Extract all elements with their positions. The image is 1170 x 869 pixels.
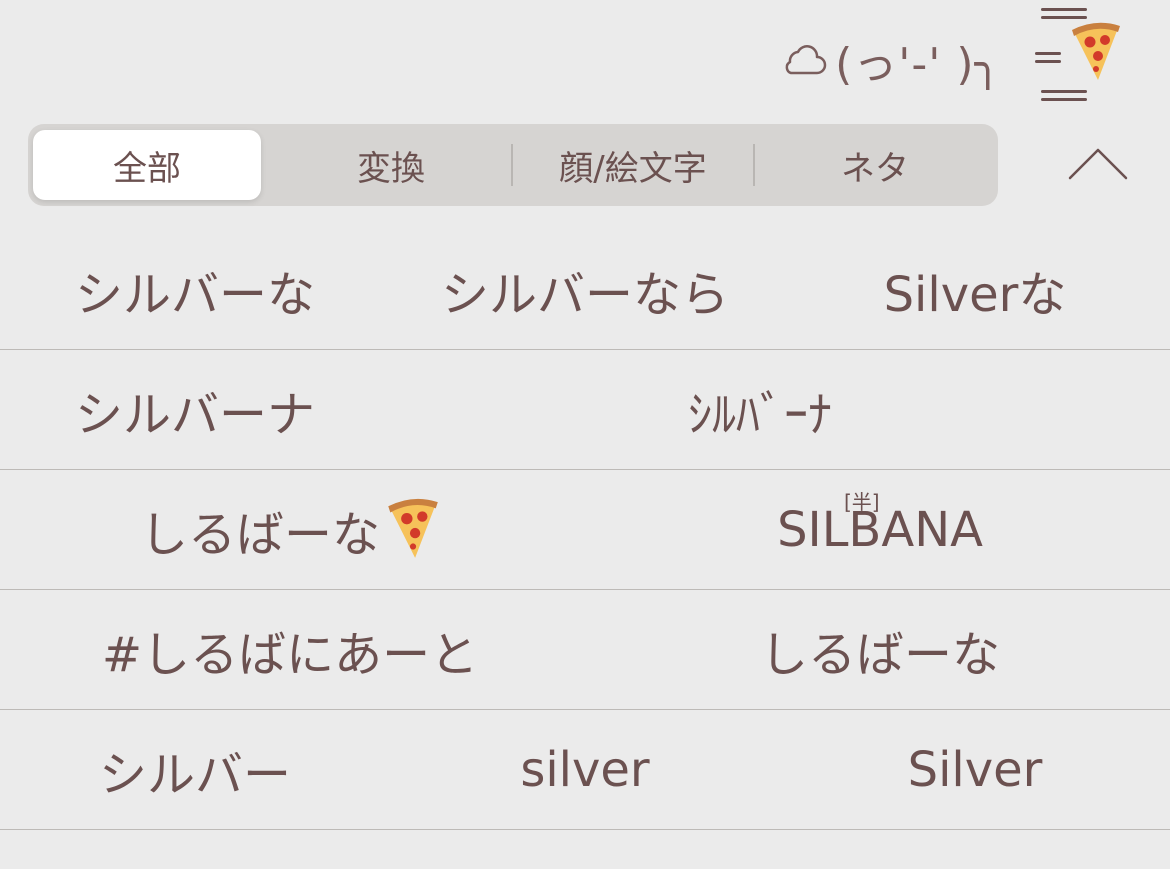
candidate-text: シルバーナ <box>74 386 315 443</box>
candidate-item[interactable]: しるばーな <box>720 590 1040 709</box>
candidate-row: シルバーナ ｼﾙﾊﾞｰﾅ [半] <box>0 350 1170 514</box>
candidate-item[interactable]: Silver <box>820 710 1130 829</box>
chevron-up-icon[interactable] <box>1066 142 1130 182</box>
top-bar: (っ'-' )╮ <box>0 0 1170 120</box>
tab-neta[interactable]: ネタ <box>754 124 996 206</box>
candidate-item[interactable]: シルバー <box>40 710 350 829</box>
tab-conversion[interactable]: 変換 <box>270 124 512 206</box>
pizza-icon <box>384 498 440 562</box>
candidate-item[interactable]: シルバーなら <box>410 230 760 349</box>
candidate-list: シルバーな シルバーなら Silverな シルバーナ ｼﾙﾊﾞｰﾅ [半] しる… <box>0 230 1170 830</box>
candidate-text: Silver <box>907 741 1043 798</box>
candidate-text: シルバー <box>98 746 291 803</box>
candidate-row: シルバーな シルバーなら Silverな <box>0 230 1170 350</box>
tab-face-emoji[interactable]: 顔/絵文字 <box>512 124 754 206</box>
candidate-text: シルバーなら <box>440 266 729 323</box>
candidate-item[interactable]: SILBANA <box>720 470 1040 589</box>
candidate-text: しるばーな <box>139 506 380 563</box>
menu-line <box>1035 52 1061 55</box>
tab-label: 顔/絵文字 <box>559 148 707 189</box>
candidate-text: シルバーな <box>74 266 315 323</box>
menu-line <box>1041 16 1087 19</box>
candidate-text: #しるばにあーと <box>101 626 479 683</box>
candidate-text: SILBANA <box>777 501 983 558</box>
candidate-item[interactable]: #しるばにあーと <box>60 590 520 709</box>
candidate-text: silver <box>520 741 650 798</box>
tab-segmented-control: 全部 変換 顔/絵文字 ネタ <box>28 124 998 206</box>
menu-line <box>1041 90 1087 93</box>
menu-line <box>1035 60 1061 63</box>
candidate-text: しるばーな <box>759 626 1000 683</box>
candidate-item[interactable]: シルバーな <box>40 230 350 349</box>
candidate-item[interactable]: silver <box>430 710 740 829</box>
menu-line <box>1041 98 1087 101</box>
pizza-icon <box>1068 22 1122 88</box>
tab-label: 変換 <box>357 148 425 189</box>
kaomoji-text: (っ'-' )╮ <box>835 39 1002 90</box>
tab-label: 全部 <box>113 148 181 189</box>
candidate-item[interactable]: Silverな <box>820 230 1130 349</box>
tab-all[interactable]: 全部 <box>33 130 261 200</box>
candidate-row: しるばーな SILBANA <box>0 470 1170 590</box>
candidate-text: Silverな <box>883 266 1067 323</box>
candidate-text: ｼﾙﾊﾞｰﾅ <box>687 386 832 443</box>
kaomoji-suggestion[interactable]: (っ'-' )╮ <box>779 28 1002 92</box>
candidate-row: シルバー silver Silver <box>0 710 1170 830</box>
cloud-icon <box>779 40 827 80</box>
candidate-row: #しるばにあーと しるばーな <box>0 590 1170 710</box>
candidate-item[interactable]: しるばーな <box>110 470 470 589</box>
pizza-menu-button[interactable] <box>1035 2 1130 104</box>
menu-line <box>1041 8 1087 11</box>
candidate-item-halfwidth[interactable]: ｼﾙﾊﾞｰﾅ <box>600 350 920 469</box>
tab-label: ネタ <box>841 148 909 189</box>
candidate-item[interactable]: シルバーナ <box>40 350 350 469</box>
